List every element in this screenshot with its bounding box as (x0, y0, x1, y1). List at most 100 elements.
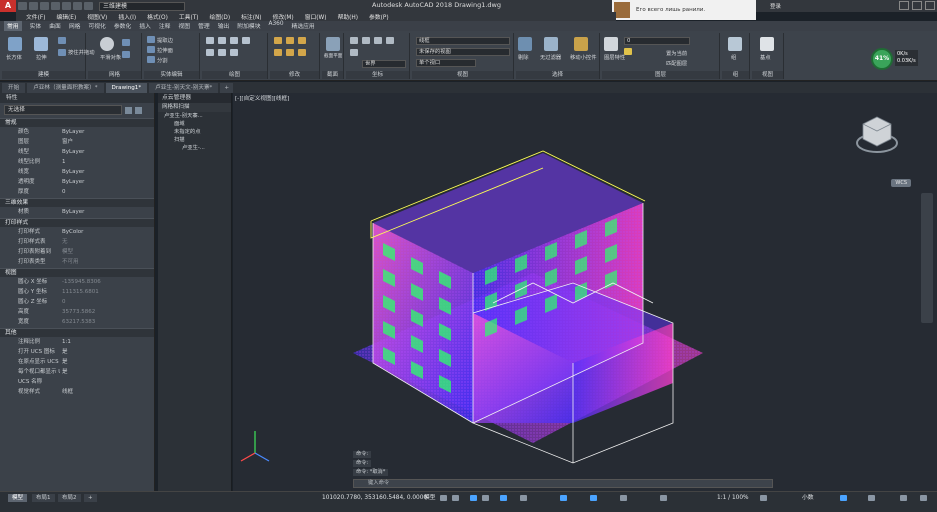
property-section-header[interactable]: 常规 (0, 118, 154, 127)
tab-addins[interactable]: 附加模块 (237, 21, 260, 31)
layer-properties-icon[interactable] (604, 37, 618, 51)
property-row[interactable]: 线型比例 1 (0, 157, 154, 167)
saved-view-select[interactable]: 未保存的视图 (416, 48, 510, 56)
property-row[interactable]: 注释比例 1:1 (0, 337, 154, 347)
base-point-icon[interactable] (760, 37, 774, 51)
mirror-icon[interactable] (274, 49, 282, 56)
navigation-bar[interactable] (921, 193, 933, 323)
line-icon[interactable] (206, 37, 214, 44)
property-row[interactable]: 圆心 Z 坐标 0 (0, 297, 154, 307)
copy-icon[interactable] (298, 37, 306, 44)
property-section-header[interactable]: 其他 (0, 328, 154, 337)
tab-layout2[interactable]: 布局2 (58, 494, 81, 502)
menu-view[interactable]: 视图(V) (87, 12, 107, 21)
model-space-toggle[interactable]: 模型 (424, 494, 436, 502)
spline-icon[interactable] (230, 49, 238, 56)
viewport-config-select[interactable]: 单个视口 (416, 59, 476, 67)
property-row[interactable]: UCS 名称 (0, 377, 154, 387)
otrack-icon[interactable] (520, 495, 527, 501)
hatch-icon[interactable] (218, 49, 226, 56)
menu-format[interactable]: 格式(O) (147, 12, 168, 21)
union-icon[interactable] (147, 36, 155, 43)
property-row[interactable]: 圆心 X 坐标 -135945.8306 (0, 277, 154, 287)
property-row[interactable]: 打印表类型 不可用 (0, 257, 154, 267)
tab-visualize[interactable]: 可视化 (88, 21, 105, 31)
property-value[interactable]: 不可用 (60, 257, 154, 267)
tab-featured-apps[interactable]: 精选应用 (292, 21, 315, 31)
units-display[interactable]: 小数 (802, 494, 814, 502)
hardware-acceleration-icon[interactable] (868, 495, 875, 501)
layer-select[interactable]: 0 (624, 37, 690, 45)
grid-icon[interactable] (440, 495, 447, 501)
tab-mesh[interactable]: 网格 (69, 21, 81, 31)
clean-screen-icon[interactable] (900, 495, 907, 501)
property-value[interactable]: 无 (60, 237, 154, 247)
property-row[interactable]: 透明度 ByLayer (0, 177, 154, 187)
property-row[interactable]: 厚度 0 (0, 187, 154, 197)
add-layout-button[interactable]: + (84, 494, 97, 502)
ucs-icon[interactable] (350, 37, 358, 44)
property-value[interactable]: 1 (60, 157, 154, 167)
match-layer-label[interactable]: 匹配图层 (666, 59, 687, 67)
property-value[interactable]: 是 (60, 357, 154, 367)
menu-modify[interactable]: 修改(M) (273, 12, 294, 21)
move-icon[interactable] (274, 37, 282, 44)
property-row[interactable]: 每个视口都显示 UCS是 (0, 367, 154, 377)
mesh-icon[interactable] (122, 39, 130, 46)
drawing-viewport[interactable]: [-][自定义视图][线框] WCS 命令: 命令: 命令: *取消* 键入命令 (233, 93, 937, 491)
tab-start[interactable]: 开始 (2, 83, 26, 93)
workspace-switch-icon[interactable] (760, 495, 767, 501)
isolate-objects-icon[interactable] (840, 495, 847, 501)
menu-insert[interactable]: 插入(I) (118, 12, 136, 21)
tab-drawing1[interactable]: Drawing1* (105, 83, 148, 93)
property-value[interactable]: 0 (60, 187, 154, 197)
rotate-icon[interactable] (286, 37, 294, 44)
menu-tools[interactable]: 工具(T) (179, 12, 199, 21)
property-row[interactable]: 打印样式 ByColor (0, 227, 154, 237)
ucs-z-icon[interactable] (350, 49, 358, 56)
move-gizmo-icon[interactable] (574, 37, 588, 51)
smooth-object-icon[interactable] (100, 37, 114, 51)
array-icon[interactable] (298, 49, 306, 56)
tab-insert[interactable]: 插入 (139, 21, 151, 31)
network-speed-gauge[interactable]: 41% (871, 48, 893, 70)
property-row[interactable]: 视觉样式 线框 (0, 387, 154, 397)
new-icon[interactable] (18, 2, 27, 10)
command-input[interactable]: 键入命令 (353, 479, 773, 488)
property-row[interactable]: 线型 ByLayer (0, 147, 154, 157)
loft-icon[interactable] (58, 37, 66, 44)
menu-dimension[interactable]: 标注(N) (241, 12, 261, 21)
property-row[interactable]: 图层 窗户 (0, 137, 154, 147)
property-row[interactable]: 打印样式表 无 (0, 237, 154, 247)
no-filter-icon[interactable] (544, 37, 558, 51)
property-row[interactable]: 在原点显示 UCS 图...是 (0, 357, 154, 367)
ortho-icon[interactable] (470, 495, 477, 501)
layer-freeze-icon[interactable] (624, 48, 632, 55)
tab-annotate[interactable]: 注释 (159, 21, 171, 31)
arc-icon[interactable] (242, 37, 250, 44)
customization-icon[interactable] (920, 495, 927, 501)
print-icon[interactable] (62, 2, 71, 10)
property-section-header[interactable]: 三维效果 (0, 198, 154, 207)
tab-parametric[interactable]: 参数化 (114, 21, 131, 31)
minimize-icon[interactable] (899, 1, 909, 10)
circle-icon[interactable] (230, 37, 238, 44)
property-value[interactable]: 是 (60, 347, 154, 357)
open-icon[interactable] (29, 2, 38, 10)
property-row[interactable]: 打印表附着到 模型 (0, 247, 154, 257)
property-value[interactable]: -135945.8306 (60, 277, 154, 287)
property-value[interactable]: 线框 (60, 387, 154, 397)
property-section-header[interactable]: 打印样式 (0, 218, 154, 227)
tab-model[interactable]: 模型 (8, 494, 28, 502)
property-value[interactable] (60, 377, 154, 387)
undo-icon[interactable] (73, 2, 82, 10)
set-current-label[interactable]: 置为当前 (666, 49, 687, 57)
ucs-world-select[interactable]: 世界 (362, 60, 406, 68)
tab-document-3[interactable]: 卢亚生-别天文-别天寨* (149, 83, 219, 93)
property-row[interactable]: 材质 ByLayer (0, 207, 154, 217)
mesh-refine-icon[interactable] (122, 51, 130, 58)
menu-window[interactable]: 窗口(W) (305, 12, 327, 21)
tab-home[interactable]: 常用 (4, 21, 22, 31)
tab-surface[interactable]: 曲面 (49, 21, 61, 31)
section-plane-icon[interactable] (326, 37, 340, 51)
